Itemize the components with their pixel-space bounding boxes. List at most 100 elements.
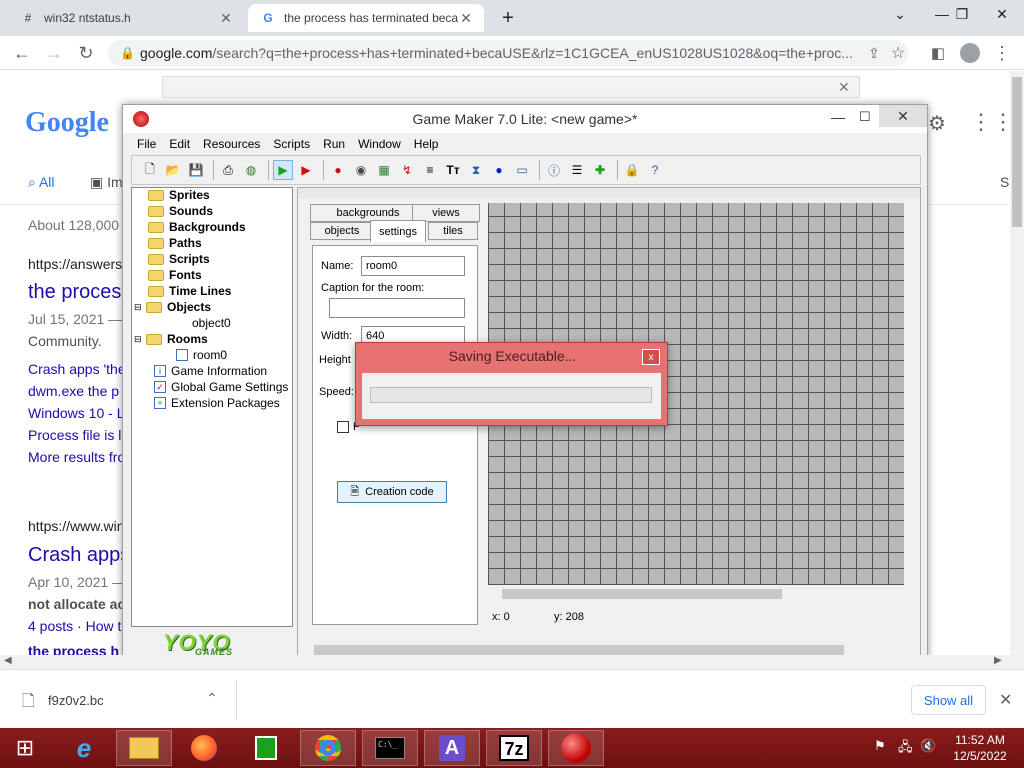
tree-backgrounds[interactable]: Backgrounds [148,220,246,234]
gm-close-button[interactable]: ✕ [879,105,927,127]
gear-icon[interactable]: ⚙ [928,111,946,136]
volume-muted-icon[interactable]: 🔇 [920,738,936,754]
add-sprite-icon[interactable]: ● [328,160,348,180]
close-window-button[interactable]: ✕ [980,0,1024,28]
forward-button[interactable]: → [42,41,66,65]
result-title[interactable]: the process h [28,643,119,655]
tree-scripts[interactable]: Scripts [148,252,210,266]
publish-globe-icon[interactable]: ◍ [241,160,261,180]
menu-run[interactable]: Run [323,137,345,151]
run-game-icon[interactable]: ▶ [273,160,293,180]
result-title[interactable]: the proces [28,281,121,304]
open-folder-icon[interactable]: 📂 [163,160,183,180]
result-title[interactable]: Crash apps [28,544,130,567]
maximize-icon[interactable]: ☐ [859,109,871,125]
creation-code-button[interactable]: 🗎 Creation code [337,481,447,503]
caption-input[interactable] [329,298,465,318]
bookmark-star-icon[interactable]: ☆ [886,41,910,65]
scroll-right-icon[interactable]: ▶ [994,655,1002,666]
tree-room0[interactable]: room0 [176,348,227,362]
gm-title-bar[interactable]: Game Maker 7.0 Lite: <new game>* — ☐ ✕ [123,105,927,133]
menu-edit[interactable]: Edit [169,137,190,151]
close-icon[interactable]: ✕ [458,10,474,27]
scroll-thumb[interactable] [314,645,844,655]
menu-file[interactable]: File [137,137,156,151]
close-icon[interactable]: ✕ [838,79,850,96]
create-executable-icon[interactable]: ⎙ [218,160,238,180]
minimize-icon[interactable]: — [831,109,845,125]
tab-google-search[interactable]: G the process has terminated beca ✕ [248,4,484,32]
collapse-icon[interactable]: ⊟ [134,334,146,345]
tree-paths[interactable]: Paths [148,236,202,250]
add-sound-icon[interactable]: ◉ [351,160,371,180]
tree-extension-packages[interactable]: + Extension Packages [154,396,280,410]
add-background-icon[interactable]: ▦ [374,160,394,180]
sub-result-link[interactable]: Process file is l [28,427,121,443]
browser-hscroll[interactable]: ◀ ▶ [0,655,1024,669]
room-vscroll[interactable] [906,203,920,643]
google-logo[interactable]: Google [25,107,109,139]
tab-tiles[interactable]: tiles [428,222,478,240]
chevron-up-icon[interactable]: ⌃ [206,690,218,707]
tab-search-button[interactable]: ⌄ [878,0,922,28]
sub-result-link[interactable]: Crash apps 'the [28,361,126,377]
scroll-thumb[interactable] [1012,77,1022,227]
address-bar[interactable]: 🔒 google.com/search?q=the+process+has+te… [108,40,908,66]
start-button[interactable]: ⊞ [0,730,50,766]
extension-packages-icon[interactable]: ✚ [590,160,610,180]
persistent-checkbox[interactable] [337,421,349,433]
taskbar-explorer[interactable] [116,730,172,766]
tree-global-settings[interactable]: ✓ Global Game Settings [154,380,288,394]
collapse-icon[interactable]: ⊟ [134,302,146,313]
global-settings-icon[interactable]: ☰ [567,160,587,180]
tree-objects[interactable]: ⊟ Objects [134,300,211,314]
dialog-close-button[interactable]: x [642,349,660,365]
add-object-icon[interactable]: ● [489,160,509,180]
taskbar-cmd[interactable]: C:\_ [362,730,418,766]
tree-fonts[interactable]: Fonts [148,268,202,282]
room-grid-hscroll[interactable] [488,587,904,601]
tab-settings[interactable]: settings [370,220,426,242]
tree-game-information[interactable]: i Game Information [154,364,267,378]
menu-resources[interactable]: Resources [203,137,260,151]
system-clock[interactable]: 11:52 AM 12/5/2022 [940,732,1020,764]
new-file-icon[interactable]: 🗋 [140,160,160,180]
game-info-icon[interactable]: ⓘ [544,160,564,180]
share-icon[interactable]: ⇪ [862,41,886,65]
page-scrollbar[interactable] [1010,71,1024,655]
tree-rooms[interactable]: ⊟ Rooms [134,332,208,346]
tree-object0[interactable]: object0 [192,316,231,330]
menu-window[interactable]: Window [358,137,401,151]
tab-objects[interactable]: objects [310,222,374,240]
add-timeline-icon[interactable]: ⧗ [466,160,486,180]
menu-scripts[interactable]: Scripts [273,137,310,151]
taskbar-7zip[interactable]: 7z [486,730,542,766]
add-script-icon[interactable]: ≡ [420,160,440,180]
taskbar-ie[interactable]: e [56,730,112,766]
menu-kebab-icon[interactable]: ⋮ [990,41,1014,65]
advanced-mode-icon[interactable]: 🔒 [622,160,642,180]
taskbar-store[interactable] [238,730,294,766]
add-font-icon[interactable]: Tт [443,160,463,180]
flag-icon[interactable]: ⚑ [874,738,886,754]
search-tab-images[interactable]: ▣ Im [90,174,123,191]
debug-run-icon[interactable]: ▶ [296,160,316,180]
sub-result-link[interactable]: dwm.exe the p [28,383,119,399]
close-icon[interactable]: ✕ [218,10,234,27]
tab-ntstatus[interactable]: # win32 ntstatus.h ✕ [8,4,244,32]
close-icon[interactable]: ✕ [999,690,1012,710]
show-all-button[interactable]: Show all [911,685,986,715]
add-path-icon[interactable]: ↯ [397,160,417,180]
profile-avatar[interactable] [958,41,982,65]
download-item[interactable]: f9z0v2.bc [48,693,104,708]
result-url[interactable]: https://www.win [28,518,124,534]
restore-button[interactable]: ❐ [940,0,984,28]
result-url[interactable]: https://answers [28,256,122,272]
back-button[interactable]: ← [10,41,34,65]
help-icon[interactable]: ? [645,160,665,180]
reload-button[interactable]: ↻ [74,41,98,65]
taskbar-font-app[interactable]: A [424,730,480,766]
add-room-icon[interactable]: ▭ [512,160,532,180]
sub-result-link[interactable]: Windows 10 - L [28,405,124,421]
posts-link[interactable]: 4 posts · How t [28,618,121,634]
